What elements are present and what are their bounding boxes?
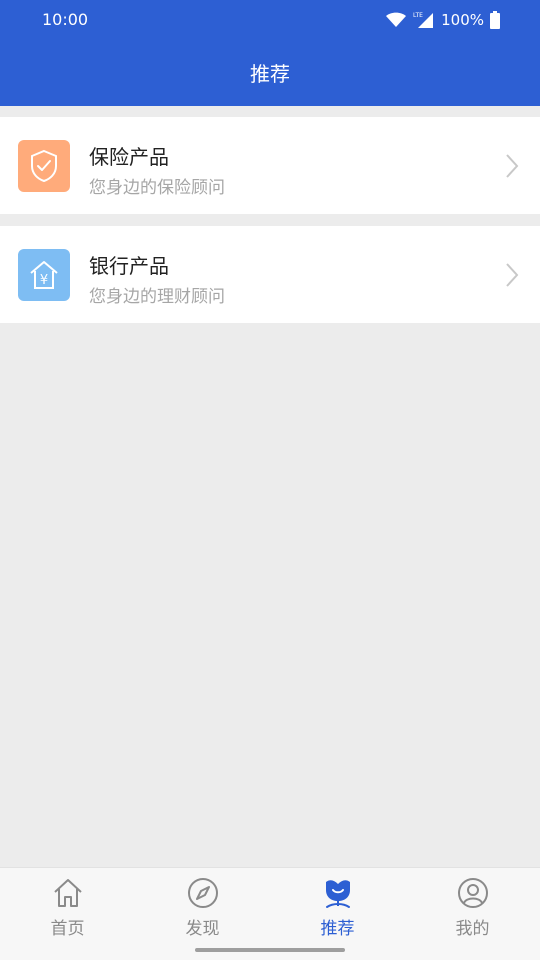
- nav-item-recommend[interactable]: 推荐: [270, 868, 405, 943]
- wifi-icon: [385, 12, 407, 28]
- svg-text:¥: ¥: [40, 273, 48, 288]
- page-title: 推荐: [250, 62, 290, 86]
- svg-text:LTE: LTE: [413, 12, 423, 19]
- product-subtitle: 您身边的理财顾问: [89, 287, 225, 307]
- chevron-right-icon: [504, 153, 520, 179]
- home-icon: [51, 876, 85, 910]
- bank-house-yen-icon: ¥: [18, 249, 70, 301]
- product-subtitle: 您身边的保险顾问: [89, 178, 225, 198]
- shield-icon: [18, 140, 70, 192]
- nav-label: 首页: [50, 919, 85, 939]
- chevron-right-icon: [504, 262, 520, 288]
- nav-item-discover[interactable]: 发现: [135, 868, 270, 943]
- home-indicator[interactable]: [195, 948, 345, 952]
- product-title: 银行产品: [89, 254, 169, 278]
- compass-icon: [186, 876, 220, 910]
- app-header: 10:00 LTE 100% 推荐: [0, 0, 540, 106]
- status-time: 10:00: [42, 10, 89, 29]
- nav-label: 发现: [185, 919, 220, 939]
- nav-label: 推荐: [320, 919, 355, 939]
- nav-item-home[interactable]: 首页: [0, 868, 135, 943]
- recommend-flower-icon: [321, 876, 355, 910]
- product-title: 保险产品: [89, 145, 169, 169]
- status-icons: LTE 100%: [385, 9, 500, 31]
- bottom-navigation: 首页 发现 推荐 我的: [0, 867, 540, 960]
- status-bar: 10:00 LTE 100%: [0, 0, 540, 40]
- battery-icon: [490, 11, 500, 29]
- nav-item-mine[interactable]: 我的: [405, 868, 540, 943]
- product-card-insurance[interactable]: 保险产品 您身边的保险顾问: [0, 117, 540, 214]
- user-icon: [456, 876, 490, 910]
- lte-signal-icon: LTE: [413, 11, 435, 29]
- nav-label: 我的: [455, 919, 490, 939]
- product-card-bank[interactable]: ¥ 银行产品 您身边的理财顾问: [0, 226, 540, 323]
- battery-text: 100%: [441, 11, 484, 29]
